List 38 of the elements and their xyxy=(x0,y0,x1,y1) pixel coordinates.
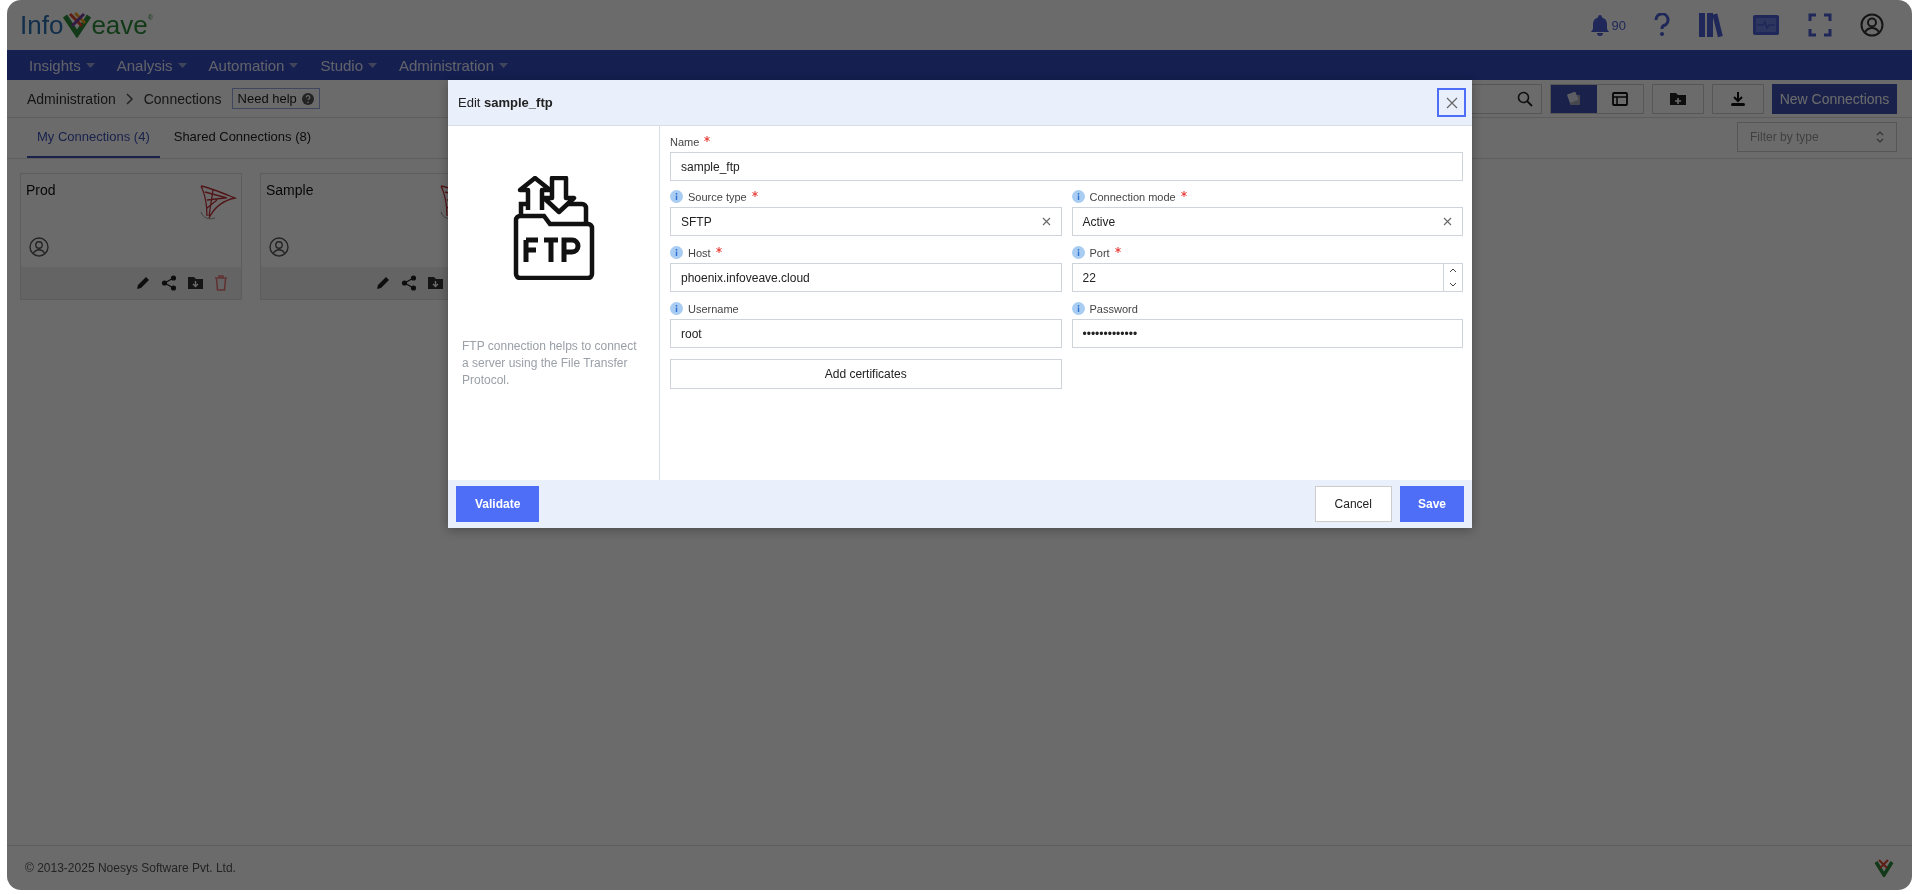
select-field[interactable]: Active xyxy=(1071,207,1463,236)
card-title: Sample xyxy=(266,182,314,200)
text-input[interactable]: phoenix.infoveave.cloud xyxy=(670,263,1062,292)
breadcrumb-item[interactable]: Connections xyxy=(143,90,222,107)
dialog-title: Edit sample_ftp xyxy=(458,95,553,110)
name-input[interactable]: sample_ftp xyxy=(670,152,1463,181)
cancel-button[interactable]: Cancel xyxy=(1314,486,1392,522)
notification-count: 90 xyxy=(1611,17,1626,33)
tab[interactable]: My Connections (4) xyxy=(27,129,160,158)
field-label: Password xyxy=(1089,302,1138,315)
field-label: Host xyxy=(688,246,711,259)
field-label: Name xyxy=(670,135,700,148)
copyright-text: © 2013-2025 Noesys Software Pvt. Ltd. xyxy=(25,861,236,875)
number-field[interactable]: 22 xyxy=(1071,263,1463,292)
need-help-button[interactable]: Need help xyxy=(231,88,320,109)
connection-card[interactable]: Prod xyxy=(20,173,242,300)
logo-text: eave xyxy=(91,9,148,41)
nav-menu-item[interactable]: Analysis xyxy=(108,56,195,74)
select-field[interactable]: SFTP xyxy=(670,207,1062,236)
new-connections-button[interactable]: New Connections xyxy=(1772,83,1897,114)
nav-menu-item[interactable]: Automation xyxy=(200,56,307,74)
logo-text: Info xyxy=(20,9,64,41)
field-label: Port xyxy=(1089,246,1110,259)
save-button[interactable]: Save xyxy=(1399,486,1464,522)
card-title: Prod xyxy=(26,182,56,200)
field-label: Connection mode xyxy=(1089,190,1176,203)
field-label: Source type xyxy=(688,190,747,203)
add-certificates-button[interactable]: Add certificates xyxy=(670,359,1062,389)
nav-menu-item[interactable]: Insights xyxy=(21,56,103,74)
tab[interactable]: Shared Connections (8) xyxy=(163,129,322,158)
text-input[interactable]: root xyxy=(670,319,1062,348)
password-input[interactable]: ••••••••••••• xyxy=(1071,319,1463,348)
description-text: FTP connection helps to connect a server using the File Transfer Protocol. xyxy=(461,338,638,389)
nav-menu-item[interactable]: Studio xyxy=(312,56,385,74)
field-label: Username xyxy=(688,302,739,315)
nav-menu-item[interactable]: Administration xyxy=(391,56,517,74)
validate-button[interactable]: Validate xyxy=(456,486,540,522)
breadcrumb-item[interactable]: Administration xyxy=(27,90,116,107)
